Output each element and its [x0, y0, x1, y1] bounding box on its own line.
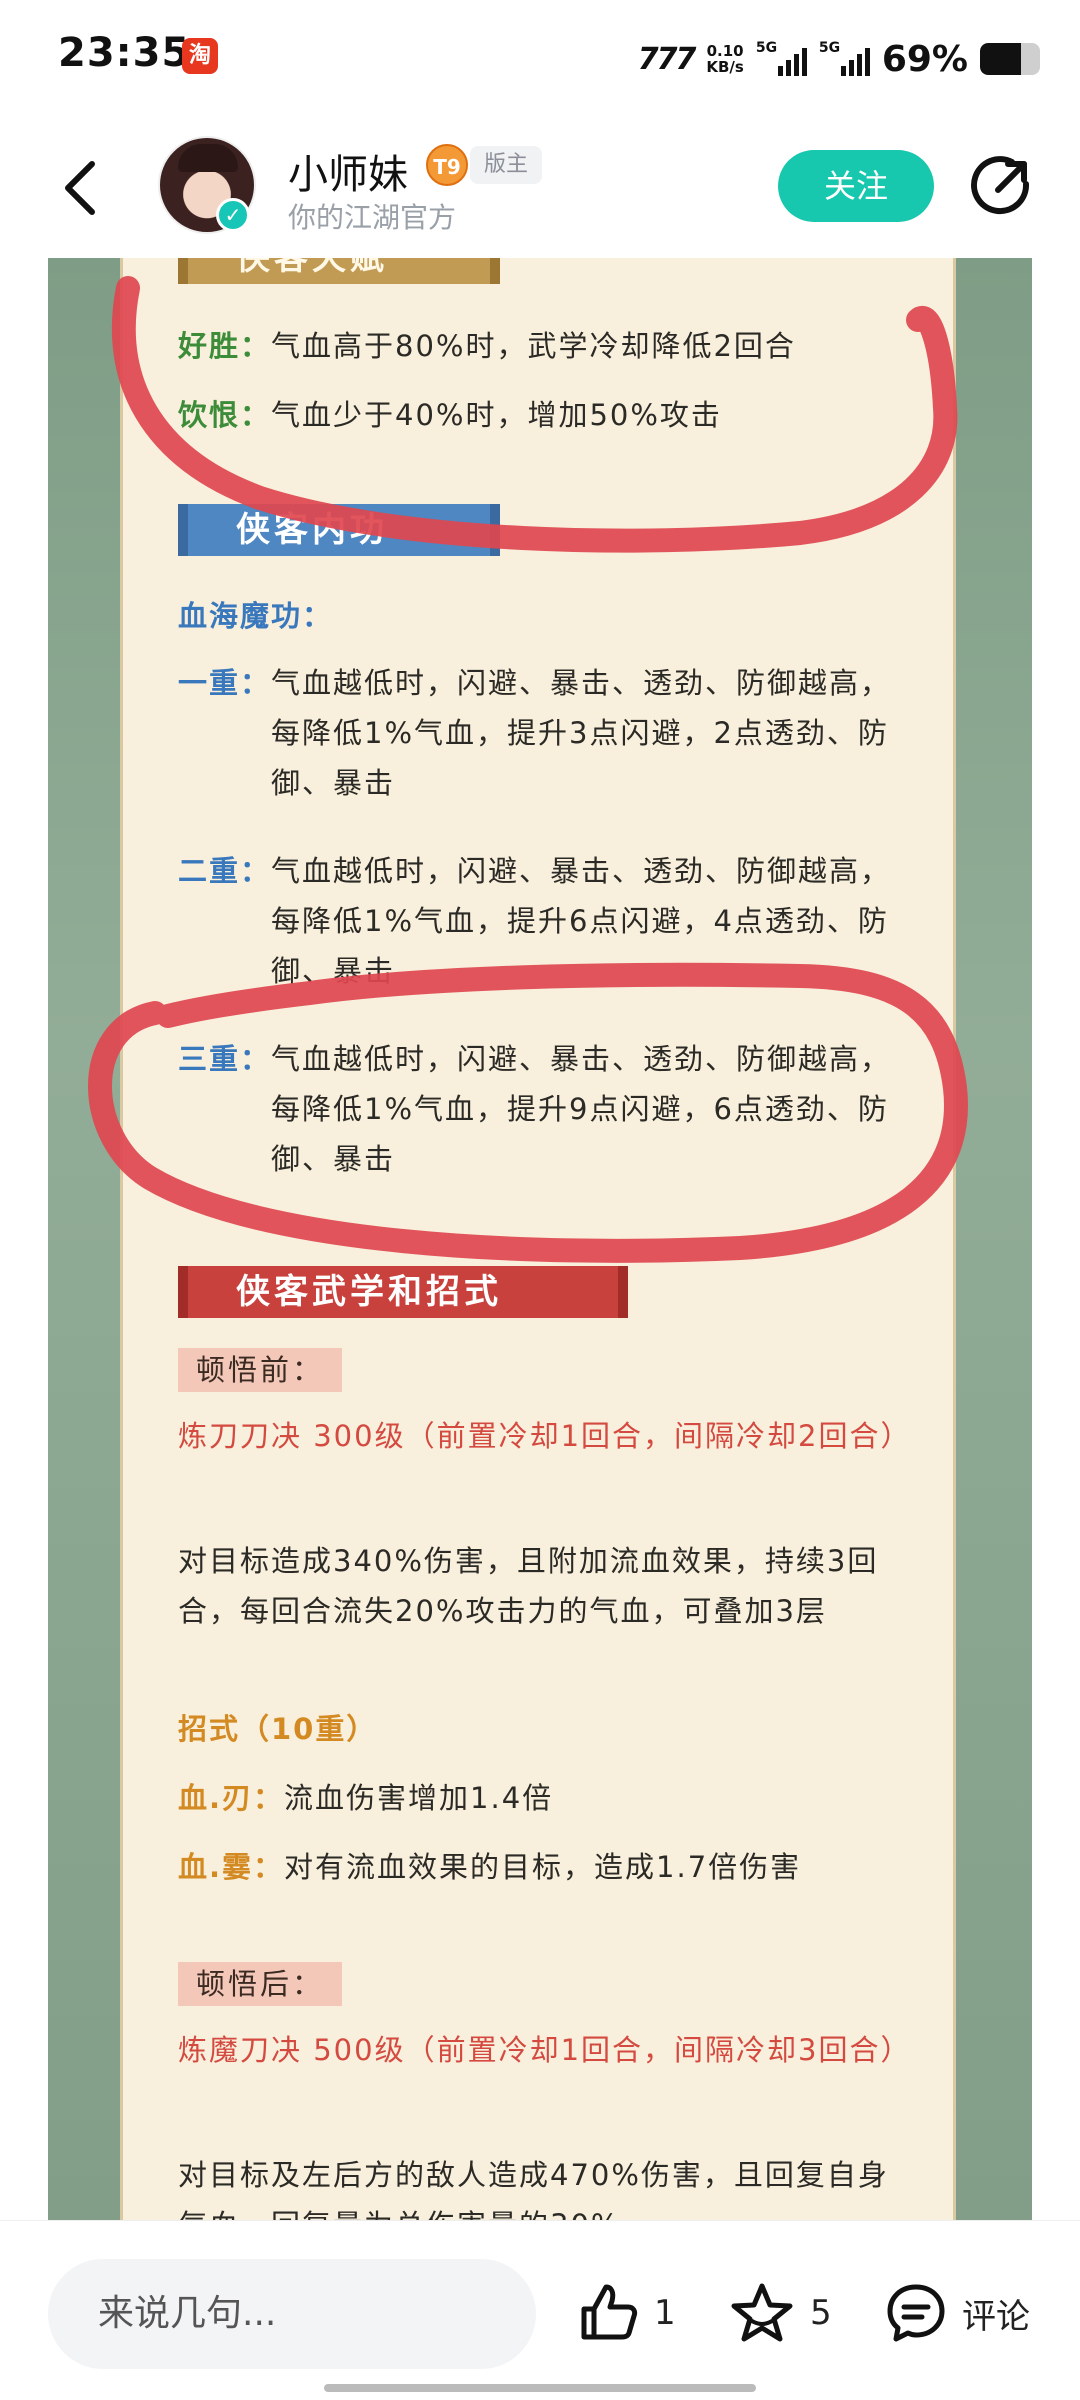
talent-text: 气血高于80%时，武学冷却降低2回合 — [271, 329, 796, 363]
skill2-title: 炼魔刀决 500级（前置冷却1回合，间隔冷却3回合） — [178, 2033, 912, 2067]
talent-text: 气血少于40%时，增加50%攻击 — [271, 398, 722, 432]
talent-label: 好胜： — [178, 329, 272, 363]
level-label: 一重： — [178, 666, 272, 700]
sim2-label: 5G — [818, 40, 841, 56]
home-indicator[interactable] — [324, 2384, 756, 2392]
neigong-banner: 侠客内功 — [178, 504, 500, 556]
comment-label: 评论 — [962, 2296, 1030, 2337]
neigong-level-2: 二重： 气血越低时，闪避、暴击、透劲、防御越高，每降低1%气血，提升6点闪避，4… — [178, 846, 898, 996]
back-arrow-icon[interactable] — [56, 158, 106, 218]
net-speed-value: 0.10 — [706, 42, 744, 60]
battery-percent: 69% — [881, 38, 968, 80]
move-text: 流血伤害增加1.4倍 — [284, 1781, 554, 1815]
talent-banner: 侠客天赋 — [178, 258, 500, 284]
talent-label: 饮恨： — [178, 398, 272, 432]
share-icon[interactable] — [968, 154, 1032, 218]
like-count: 1 — [654, 2293, 676, 2333]
move-row-1: 血.刃： 流血伤害增加1.4倍 — [178, 1773, 898, 1823]
skills-banner: 侠客武学和招式 — [178, 1266, 628, 1318]
after-enlightenment-tag: 顿悟后： — [178, 1962, 343, 2006]
neigong-level-3: 三重： 气血越低时，闪避、暴击、透劲、防御越高，每降低1%气血，提升9点闪避，6… — [178, 1034, 898, 1184]
network-speed: 0.10 KB/s — [706, 43, 743, 75]
status-indicators: 777 0.10 KB/s 5G 5G 69% — [638, 34, 1040, 84]
status-time: 23:35 — [58, 30, 191, 76]
role-badge: 版主 — [470, 146, 543, 184]
battery-icon — [980, 43, 1040, 75]
level-badge: T9 — [426, 144, 468, 186]
taobao-app-icon: 淘 — [182, 38, 218, 74]
signal-sim1-icon: 5G — [755, 40, 807, 76]
comment-bubble-icon — [887, 2284, 945, 2342]
neigong-name: 血海魔功： — [178, 599, 334, 633]
post-header: ✓ 小师妹 T9 版主 你的江湖官方 关注 — [0, 118, 1080, 258]
skill1-title: 炼刀刀决 300级（前置冷却1回合，间隔冷却2回合） — [178, 1419, 912, 1453]
verified-check-icon: ✓ — [216, 198, 250, 232]
follow-button[interactable]: 关注 — [778, 150, 934, 222]
net-speed-unit: KB/s — [706, 58, 744, 76]
carrier-logo-icon: 777 — [637, 41, 697, 77]
author-subtitle: 你的江湖官方 — [288, 201, 457, 234]
neigong-level-1: 一重： 气血越低时，闪避、暴击、透劲、防御越高，每降低1%气血，提升3点闪避，2… — [178, 658, 898, 808]
moves-title: 招式（10重） — [178, 1712, 378, 1746]
favorite-button[interactable]: 5 — [728, 2277, 832, 2349]
move-label: 血.刃： — [178, 1781, 285, 1815]
author-name[interactable]: 小师妹 — [288, 142, 408, 200]
before-enlightenment-tag: 顿悟前： — [178, 1348, 343, 1392]
move-row-2: 血.霎： 对有流血效果的目标，造成1.7倍伤害 — [178, 1842, 898, 1892]
thumbs-up-icon — [581, 2284, 638, 2340]
like-button[interactable]: 1 — [576, 2277, 676, 2349]
level-text: 气血越低时，闪避、暴击、透劲、防御越高，每降低1%气血，提升3点闪避，2点透劲、… — [271, 666, 892, 800]
bottom-action-bar: 来说几句... 1 5 评论 — [0, 2220, 1080, 2400]
star-icon — [731, 2283, 793, 2342]
level-label: 三重： — [178, 1042, 272, 1076]
sim1-label: 5G — [755, 40, 778, 56]
favorite-count: 5 — [810, 2293, 832, 2333]
comment-input[interactable]: 来说几句... — [48, 2259, 536, 2369]
talent-row-1: 好胜： 气血高于80%时，武学冷却降低2回合 — [178, 321, 898, 371]
level-text: 气血越低时，闪避、暴击、透劲、防御越高，每降低1%气血，提升6点闪避，4点透劲、… — [271, 854, 892, 988]
status-bar: 23:35 淘 777 0.10 KB/s 5G 5G 69% — [0, 0, 1080, 118]
move-label: 血.霎： — [178, 1850, 285, 1884]
move-text: 对有流血效果的目标，造成1.7倍伤害 — [284, 1850, 802, 1884]
talent-row-2: 饮恨： 气血少于40%时，增加50%攻击 — [178, 390, 898, 440]
comment-button[interactable]: 评论 — [884, 2277, 1030, 2349]
level-text: 气血越低时，闪避、暴击、透劲、防御越高，每降低1%气血，提升9点闪避，6点透劲、… — [271, 1042, 892, 1176]
skill2-description: 对目标及左后方的敌人造成470%伤害，且回复自身气血，回复量为总伤害量的30% — [178, 2158, 889, 2220]
post-image[interactable]: 侠客天赋 好胜： 气血高于80%时，武学冷却降低2回合 饮恨： 气血少于40%时… — [0, 258, 1080, 2220]
signal-sim2-icon: 5G — [818, 40, 870, 76]
level-label: 二重： — [178, 854, 272, 888]
skill1-description: 对目标造成340%伤害，且附加流血效果，持续3回合，每回合流失20%攻击力的气血… — [178, 1544, 879, 1628]
